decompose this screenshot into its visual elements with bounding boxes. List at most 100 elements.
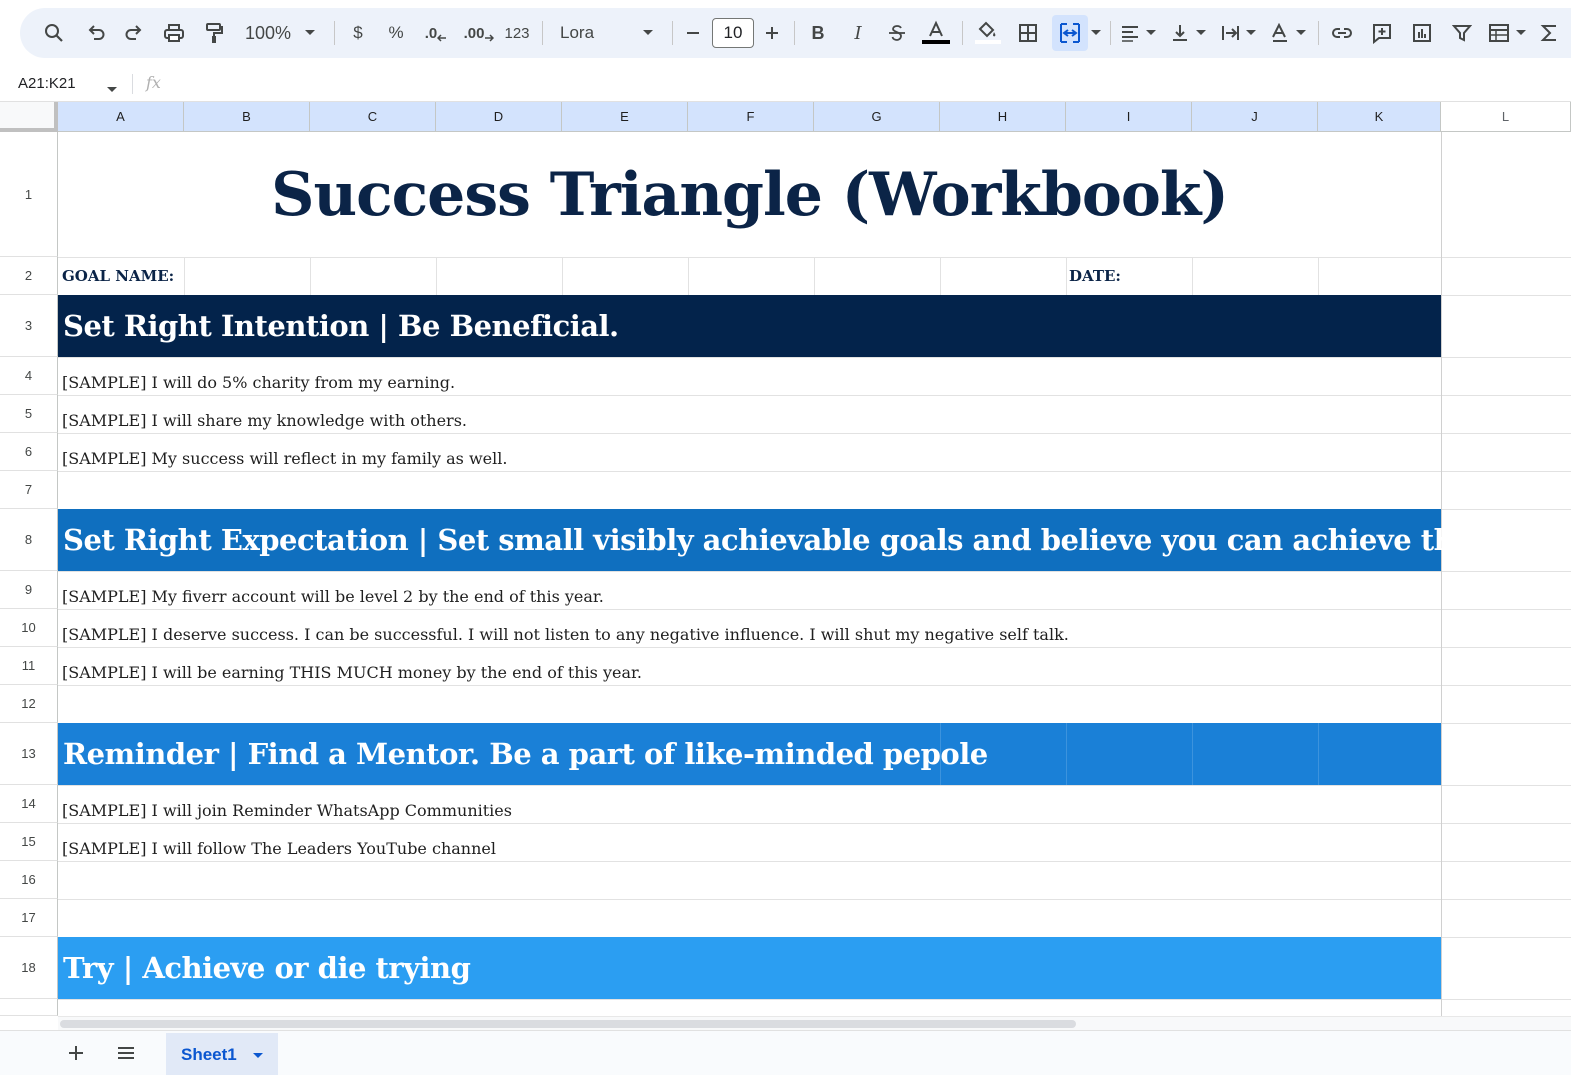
list-item[interactable]: [SAMPLE] I will share my knowledge with … (62, 411, 467, 430)
font-size-input[interactable]: 10 (712, 18, 754, 48)
row-header[interactable]: 1 (0, 132, 58, 257)
percent-format-button[interactable]: % (384, 8, 408, 58)
zoom-select[interactable]: 100% (240, 8, 296, 58)
column-header-g[interactable]: G (814, 102, 940, 132)
row-header[interactable] (0, 999, 58, 1016)
goal-name-label[interactable]: GOAL NAME: (62, 267, 174, 285)
chevron-down-icon[interactable] (1144, 8, 1158, 58)
section-heading-expectation[interactable]: Set Right Expectation | Set small visibl… (58, 509, 1512, 571)
chevron-down-icon[interactable] (106, 81, 118, 99)
chevron-down-icon[interactable] (1194, 8, 1208, 58)
redo-icon[interactable] (120, 8, 148, 58)
section-heading-try[interactable]: Try | Achieve or die trying (58, 937, 1441, 999)
row-header[interactable]: 2 (0, 257, 58, 295)
grid-line (1066, 257, 1067, 295)
vertical-align-icon[interactable] (1168, 8, 1192, 58)
horizontal-scrollbar[interactable] (58, 1016, 1571, 1030)
column-header-h[interactable]: H (940, 102, 1066, 132)
insert-comment-icon[interactable] (1368, 8, 1396, 58)
text-rotation-icon[interactable] (1268, 8, 1292, 58)
text-wrapping-icon[interactable] (1218, 8, 1242, 58)
filter-icon[interactable] (1448, 8, 1476, 58)
scrollbar-thumb[interactable] (60, 1020, 1076, 1028)
chevron-down-icon[interactable] (1294, 8, 1308, 58)
column-header-c[interactable]: C (310, 102, 436, 132)
all-sheets-button[interactable] (112, 1039, 140, 1067)
row-header[interactable]: 6 (0, 433, 58, 471)
select-all-corner[interactable] (0, 102, 58, 132)
chevron-down-icon[interactable] (252, 1052, 264, 1060)
row-header[interactable]: 9 (0, 571, 58, 609)
section-heading-intention[interactable]: Set Right Intention | Be Beneficial. (58, 295, 1441, 357)
row-header[interactable]: 17 (0, 899, 58, 937)
list-item[interactable]: [SAMPLE] I will do 5% charity from my ea… (62, 373, 455, 392)
column-header-k[interactable]: K (1318, 102, 1441, 132)
horizontal-align-icon[interactable] (1118, 8, 1142, 58)
increase-decimal-button[interactable]: .00 (462, 8, 496, 58)
name-box[interactable]: A21:K21 (18, 75, 76, 92)
row-header[interactable]: 3 (0, 295, 58, 357)
currency-format-button[interactable]: $ (346, 8, 370, 58)
row-header[interactable]: 4 (0, 357, 58, 395)
italic-button[interactable]: I (846, 8, 870, 58)
row-header[interactable]: 16 (0, 861, 58, 899)
row-header[interactable]: 8 (0, 509, 58, 571)
column-header-d[interactable]: D (436, 102, 562, 132)
chevron-down-icon[interactable] (1244, 8, 1258, 58)
strikethrough-icon[interactable] (884, 8, 910, 58)
chevron-down-icon[interactable] (1514, 8, 1528, 58)
column-header-f[interactable]: F (688, 102, 814, 132)
print-icon[interactable] (160, 8, 188, 58)
decrease-font-size-icon[interactable] (682, 8, 704, 58)
list-item[interactable]: [SAMPLE] My fiverr account will be level… (62, 587, 604, 606)
column-header-i[interactable]: I (1066, 102, 1192, 132)
row-header[interactable]: 18 (0, 937, 58, 999)
sheet-title[interactable]: Success Triangle (Workbook) (58, 132, 1441, 257)
insert-link-icon[interactable] (1328, 8, 1356, 58)
column-header-l[interactable]: L (1441, 102, 1571, 132)
row-header[interactable]: 7 (0, 471, 58, 509)
column-header-j[interactable]: J (1192, 102, 1318, 132)
column-header-b[interactable]: B (184, 102, 310, 132)
row-header[interactable]: 12 (0, 685, 58, 723)
bold-label: B (811, 22, 825, 43)
functions-icon[interactable] (1538, 8, 1560, 58)
grid-line (184, 257, 185, 295)
sheet-tab-sheet1[interactable]: Sheet1 (166, 1033, 278, 1075)
list-item[interactable]: [SAMPLE] I will follow The Leaders YouTu… (62, 839, 496, 858)
row-header[interactable]: 14 (0, 785, 58, 823)
bold-button[interactable]: B (806, 8, 830, 58)
date-label[interactable]: DATE: (1069, 267, 1121, 285)
list-item[interactable]: [SAMPLE] I will join Reminder WhatsApp C… (62, 801, 512, 820)
chevron-down-icon[interactable] (1088, 8, 1104, 58)
row-header[interactable]: 5 (0, 395, 58, 433)
paint-format-icon[interactable] (200, 8, 228, 58)
row-header[interactable]: 11 (0, 647, 58, 685)
column-header-a[interactable]: A (58, 102, 184, 132)
column-header-e[interactable]: E (562, 102, 688, 132)
decrease-decimal-button[interactable]: .0 (422, 8, 450, 58)
list-item[interactable]: [SAMPLE] My success will reflect in my f… (62, 449, 507, 468)
row-header[interactable]: 10 (0, 609, 58, 647)
increase-font-size-icon[interactable] (760, 8, 784, 58)
chevron-down-icon[interactable] (640, 8, 656, 58)
add-sheet-button[interactable] (62, 1039, 90, 1067)
section-heading-reminder[interactable]: Reminder | Find a Mentor. Be a part of l… (58, 723, 1441, 785)
merge-cells-icon[interactable] (1052, 15, 1088, 51)
row-header[interactable]: 13 (0, 723, 58, 785)
row-header[interactable]: 15 (0, 823, 58, 861)
list-item[interactable]: [SAMPLE] I will be earning THIS MUCH mon… (62, 663, 642, 682)
spreadsheet-grid[interactable]: A B C D E F G H I J K L 1 2 3 4 5 6 7 8 … (0, 102, 1571, 1016)
table-view-icon[interactable] (1484, 8, 1514, 58)
more-formats-button[interactable]: 123 (502, 8, 532, 58)
borders-icon[interactable] (1014, 8, 1042, 58)
insert-chart-icon[interactable] (1408, 8, 1436, 58)
fill-color-icon[interactable] (972, 8, 1004, 58)
list-item[interactable]: [SAMPLE] I deserve success. I can be suc… (62, 625, 1069, 644)
undo-icon[interactable] (82, 8, 110, 58)
font-family-value: Lora (560, 23, 595, 42)
search-menus-icon[interactable] (40, 8, 68, 58)
formula-input[interactable] (180, 70, 1560, 98)
text-color-icon[interactable] (920, 8, 952, 58)
chevron-down-icon[interactable] (302, 8, 318, 58)
